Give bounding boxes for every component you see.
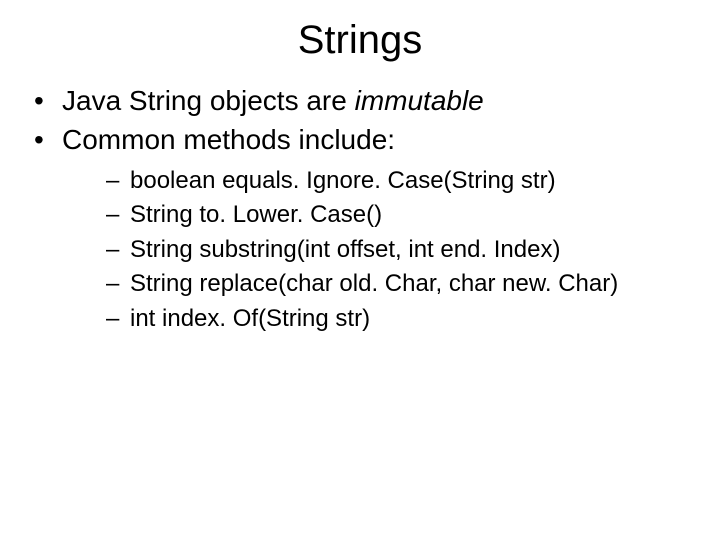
sub-bullet-text: int index. Of(String str): [130, 305, 370, 332]
bullet-item: Common methods include: boolean equals. …: [34, 122, 720, 335]
bullet-text-prefix: Common methods include:: [62, 124, 395, 155]
sub-bullet-item: String substring(int offset, int end. In…: [106, 234, 720, 266]
sub-bullet-text: String replace(char old. Char, char new.…: [130, 270, 618, 297]
bullet-text-prefix: Java String objects are: [62, 85, 355, 116]
slide-title: Strings: [0, 0, 720, 83]
sub-bullet-item: String replace(char old. Char, char new.…: [106, 268, 720, 300]
sub-bullet-item: String to. Lower. Case(): [106, 199, 720, 231]
slide: Strings Java String objects are immutabl…: [0, 0, 720, 540]
sub-bullet-text: String to. Lower. Case(): [130, 201, 382, 228]
sub-bullet-item: int index. Of(String str): [106, 303, 720, 335]
sub-bullet-text: boolean equals. Ignore. Case(String str): [130, 167, 556, 194]
sub-bullet-text: String substring(int offset, int end. In…: [130, 236, 560, 263]
sub-bullet-list: boolean equals. Ignore. Case(String str)…: [62, 165, 720, 335]
bullet-list: Java String objects are immutable Common…: [0, 83, 720, 335]
sub-bullet-item: boolean equals. Ignore. Case(String str): [106, 165, 720, 197]
bullet-text-emphasis: immutable: [355, 85, 484, 116]
bullet-item: Java String objects are immutable: [34, 83, 720, 118]
